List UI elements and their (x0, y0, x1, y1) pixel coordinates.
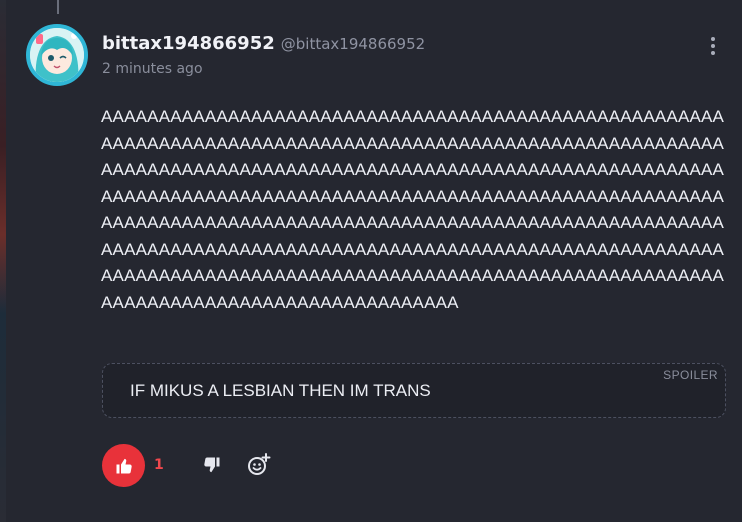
spoiler-tag: SPOILER (663, 368, 718, 382)
thumbs-up-icon (116, 458, 132, 473)
add-emoji-icon (248, 453, 271, 475)
spoiler-block[interactable]: SPOILER IF MIKUS A LESBIAN THEN IM TRANS (102, 363, 726, 418)
thread-line (57, 0, 59, 14)
more-options-icon-dot (711, 37, 715, 41)
more-options-icon-dot (711, 51, 715, 55)
like-count: 1 (154, 457, 164, 473)
thumbs-down-icon (204, 457, 220, 473)
left-edge-strip (0, 0, 6, 522)
more-options-icon-dot (711, 44, 715, 48)
avatar[interactable] (26, 24, 88, 86)
add-reaction-button[interactable] (246, 452, 272, 478)
post-timestamp: 2 minutes ago (102, 61, 203, 77)
user-handle: @bittax194866952 (280, 35, 426, 53)
username[interactable]: bittax194866952 (102, 33, 275, 54)
dislike-button[interactable] (200, 453, 224, 477)
more-options-button[interactable] (701, 34, 725, 58)
comment-card: bittax194866952 @bittax194866952 2 minut… (0, 0, 742, 522)
post-body: AAAAAAAAAAAAAAAAAAAAAAAAAAAAAAAAAAAAAAAA… (101, 107, 725, 312)
like-button[interactable] (102, 444, 145, 487)
author-row: bittax194866952 @bittax194866952 (102, 33, 425, 54)
spoiler-text: IF MIKUS A LESBIAN THEN IM TRANS (130, 381, 431, 400)
avatar-image (30, 28, 84, 82)
